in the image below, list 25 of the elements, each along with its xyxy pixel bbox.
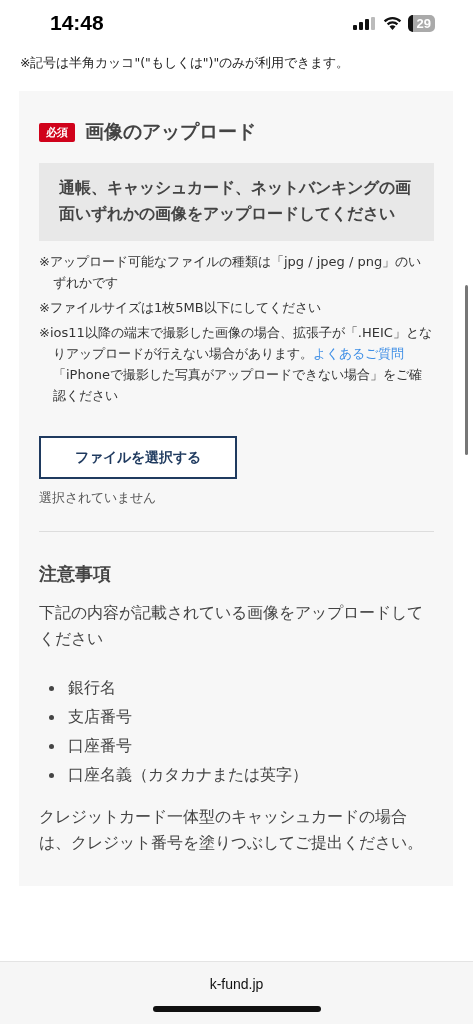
signal-icon: [352, 16, 377, 30]
section-title: 画像のアップロード: [85, 119, 256, 144]
bullet-icon: [49, 715, 54, 720]
note-text: ※ios11以降の端末で撮影した画像の場合、拡張子が「.HEIC」となりアップロードが行えない場合があります。よくあるご質問 「iPhoneで撮影した写真がアップロードできない場合」をご確認ください: [39, 324, 433, 405]
intro-text: 下記の内容が記載されている画像をアップロードしてください: [39, 602, 424, 650]
section-title: 注意事項: [39, 562, 112, 586]
bullet-icon: [49, 773, 54, 778]
list-item: 口座名義（カタカナまたは英字）: [68, 765, 308, 786]
wifi-icon: [382, 16, 402, 30]
url-text: k-fund.jp: [209, 976, 264, 992]
required-badge: 必須: [39, 122, 75, 142]
list-item: 銀行名: [68, 678, 116, 699]
file-select-button[interactable]: ファイルを選択する: [39, 436, 237, 479]
note-text: ※アップロード可能なファイルの種類は「jpg / jpeg / png」のいずれかです: [39, 253, 423, 292]
battery-indicator: 29: [407, 14, 435, 32]
note-text: ※記号は半角カッコ"("もしくは")"のみが利用できます。: [20, 55, 351, 72]
bullet-icon: [49, 744, 54, 749]
bullet-icon: [49, 686, 54, 691]
footer-text: クレジットカード一体型のキャッシュカードの場合は、クレジット番号を塗りつぶしてご提出ください。: [39, 806, 424, 854]
note-text: ※ファイルサイズは1枚5MB以下にしてください: [39, 299, 322, 317]
instruction-box: 通帳、キャッシュカード、ネットバンキングの画面いずれかの画像をアップロードしてください: [39, 163, 434, 241]
status-time: 14:48: [50, 11, 104, 35]
list-item: 口座番号: [68, 736, 132, 757]
list-item: 支店番号: [68, 707, 132, 728]
file-status: 選択されていません: [39, 490, 157, 507]
